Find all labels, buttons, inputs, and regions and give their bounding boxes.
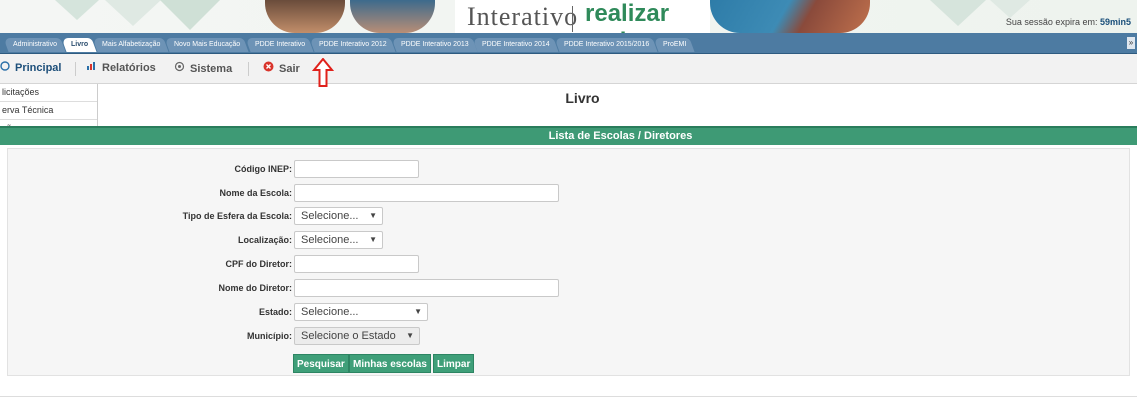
menu-relatorios[interactable]: Relatórios: [86, 61, 156, 74]
menu-principal[interactable]: Principal: [0, 61, 61, 74]
menu-separator: [75, 62, 76, 76]
tab-label: Novo Mais Educação: [174, 41, 241, 48]
tab-pdde-interativo-2013[interactable]: PDDE Interativo 2013: [390, 38, 477, 52]
tab-label: Mais Alfabetização: [102, 41, 161, 48]
nome-escola-label: Nome da Escola:: [219, 188, 292, 198]
cpf-diretor-input[interactable]: [294, 255, 419, 273]
form-row: Município:: [8, 326, 292, 346]
session-label: Sua sessão expira em:: [1005, 17, 1100, 27]
tab-pdde-interativo-2014[interactable]: PDDE Interativo 2014: [472, 38, 559, 52]
tab-scroll-button[interactable]: »: [1127, 37, 1135, 49]
banner-photo: [265, 0, 345, 33]
tab-label: PDDE Interativo 2015/2016: [563, 41, 650, 48]
form-row: Tipo de Esfera da Escola:: [8, 206, 292, 226]
menu-sistema[interactable]: Sistema: [174, 61, 232, 75]
localizacao-value: Selecione...: [301, 234, 359, 246]
banner-photo: [350, 0, 435, 33]
section-title: Lista de Escolas / Diretores: [548, 130, 693, 142]
minhas-escolas-button[interactable]: Minhas escolas: [349, 354, 431, 373]
menu-principal-label: Principal: [15, 62, 62, 74]
estado-select[interactable]: Selecione... ▼: [294, 303, 428, 321]
tab-administrativo[interactable]: Administrativo: [3, 38, 66, 52]
side-menu-item[interactable]: licitações: [0, 84, 97, 102]
tab-livro[interactable]: Livro: [61, 38, 97, 52]
form-row: Nome da Escola:: [8, 183, 292, 203]
dropdown-caret-icon: ▼: [369, 211, 377, 220]
tab-label: PDDE Interativo 2012: [318, 41, 387, 48]
page-title: Livro: [565, 90, 600, 106]
cpf-diretor-label: CPF do Diretor:: [225, 259, 293, 269]
nome-diretor-label: Nome do Diretor:: [218, 283, 292, 293]
codigo-inep-label: Código INEP:: [234, 164, 293, 174]
footer-divider: [0, 396, 1137, 397]
localizacao-label: Localização:: [237, 235, 292, 245]
globe-icon: [0, 61, 10, 74]
banner-decoration: [930, 0, 986, 26]
dropdown-caret-icon: ▼: [414, 307, 422, 316]
tab-pdde-interativo[interactable]: PDDE Interativo: [245, 38, 314, 52]
municipio-select[interactable]: Selecione o Estado ▼: [294, 327, 420, 345]
localizacao-select[interactable]: Selecione... ▼: [294, 231, 383, 249]
session-time: 59min5: [1099, 17, 1131, 27]
main-menubar: Principal Relatórios Sistema Sair: [0, 54, 1137, 84]
tab-label: ProEMI: [663, 41, 687, 48]
session-timer: Sua sessão expira em: 59min5: [1006, 17, 1131, 27]
menu-sair-label: Sair: [279, 63, 300, 75]
banner-decoration: [160, 0, 220, 30]
banner-decoration: [990, 0, 1030, 18]
chart-icon: [86, 61, 97, 74]
side-menu-item[interactable]: erva Técnica: [0, 102, 97, 120]
tipo-esfera-select[interactable]: Selecione... ▼: [294, 207, 383, 225]
tab-label: PDDE Interativo 2014: [482, 41, 550, 48]
menu-relatorios-label: Relatórios: [102, 62, 156, 74]
banner-decoration: [55, 0, 99, 20]
estado-label: Estado:: [258, 307, 292, 317]
dropdown-caret-icon: ▼: [406, 331, 414, 340]
tipo-esfera-label: Tipo de Esfera da Escola:: [182, 211, 292, 221]
nome-escola-input[interactable]: [294, 184, 559, 202]
logo-slogan: realizar mais: [585, 0, 670, 33]
tab-proemi[interactable]: ProEMI: [653, 38, 696, 52]
tab-label: Administrativo: [13, 41, 57, 48]
header-banner: Interativo realizar mais Sua sessão expi…: [0, 0, 1137, 33]
menu-sair[interactable]: Sair: [263, 61, 300, 75]
logo-text: Interativo: [467, 2, 579, 31]
tab-pdde-interativo-2015-2016[interactable]: PDDE Interativo 2015/2016: [554, 38, 658, 52]
codigo-inep-input[interactable]: [294, 160, 419, 178]
form-row: Código INEP:: [8, 159, 293, 179]
municipio-value: Selecione o Estado: [301, 330, 396, 342]
dropdown-caret-icon: ▼: [369, 235, 377, 244]
tab-label: Livro: [70, 41, 89, 48]
tab-novo-mais-educa-o[interactable]: Novo Mais Educação: [164, 38, 250, 52]
banner-photo: [710, 0, 870, 33]
tipo-esfera-value: Selecione...: [301, 210, 359, 222]
pesquisar-button[interactable]: Pesquisar: [293, 354, 349, 373]
menu-separator: [248, 62, 249, 76]
module-tabbar: Administrativo Livro Mais Alfabetização Nov…: [0, 33, 1137, 54]
gear-icon: [174, 61, 185, 75]
limpar-button[interactable]: Limpar: [433, 354, 475, 373]
arrow-up-icon: [312, 58, 334, 87]
tab-mais-alfabetiza-o[interactable]: Mais Alfabetização: [92, 38, 170, 52]
municipio-label: Município:: [247, 331, 292, 341]
form-row: Estado:: [8, 302, 292, 322]
form-row: Nome do Diretor:: [8, 278, 292, 298]
banner-logo: Interativo realizar mais: [455, 0, 710, 33]
module-tabs: Administrativo Livro Mais Alfabetização Nov…: [3, 38, 696, 53]
tab-label: PDDE Interativo: [254, 41, 305, 48]
nome-diretor-input[interactable]: [294, 279, 559, 297]
tab-pdde-interativo-2012[interactable]: PDDE Interativo 2012: [309, 38, 396, 52]
form-row: Localização:: [8, 230, 292, 250]
search-form: Código INEP: Nome da Escola: Tipo de Esf…: [7, 148, 1130, 376]
estado-value: Selecione...: [301, 306, 359, 318]
close-circle-icon: [263, 61, 274, 75]
tab-label: PDDE Interativo 2013: [400, 41, 469, 48]
banner-decoration: [105, 0, 161, 26]
form-row: CPF do Diretor:: [8, 254, 293, 274]
menu-sistema-label: Sistema: [190, 63, 233, 75]
logo-divider: [572, 6, 573, 32]
section-header: Lista de Escolas / Diretores: [0, 126, 1137, 145]
